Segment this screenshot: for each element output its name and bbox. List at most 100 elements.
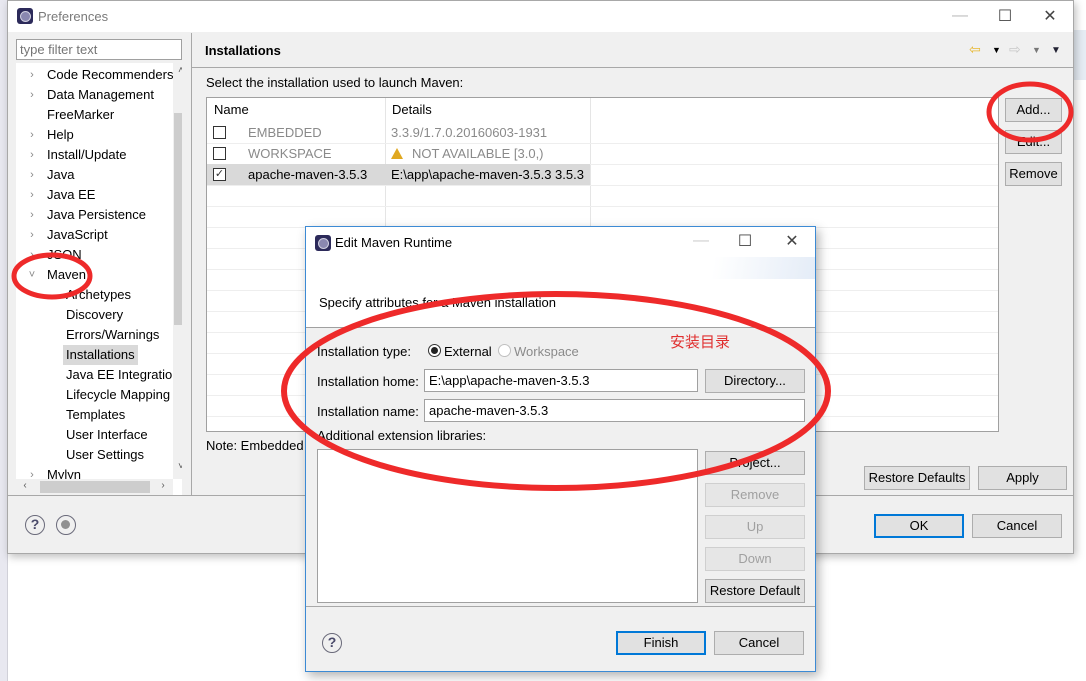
extension-libraries-list[interactable] — [317, 449, 698, 603]
record-macro-icon[interactable] — [56, 515, 76, 535]
tree-item[interactable]: Templates — [16, 405, 173, 425]
row-checkbox[interactable] — [213, 147, 226, 160]
close-button[interactable]: ✕ — [780, 230, 804, 252]
tree-item-label: Help — [47, 127, 74, 142]
tree-item[interactable]: › Java Persistence — [16, 205, 173, 225]
ok-button[interactable]: OK — [874, 514, 964, 538]
minimize-button[interactable]: — — [948, 5, 972, 27]
back-arrow-icon[interactable]: ⇦ — [969, 41, 981, 58]
tree-item-label: Install/Update — [47, 147, 127, 162]
tree-item[interactable]: › JavaScript — [16, 225, 173, 245]
tree-vertical-scrollbar[interactable]: ˄ ˅ — [173, 63, 182, 479]
apply-button[interactable]: Apply — [978, 466, 1067, 490]
tree-item-label: Java EE — [47, 187, 96, 202]
footer-separator — [306, 606, 815, 607]
help-icon[interactable]: ? — [25, 515, 45, 535]
tree-item-label: Java EE Integration — [66, 367, 180, 382]
maximize-button[interactable]: ☐ — [733, 230, 757, 252]
tree-item[interactable]: User Settings — [16, 445, 173, 465]
help-icon[interactable]: ? — [322, 633, 342, 653]
scrollbar-thumb[interactable] — [40, 481, 150, 493]
dialog-description: Specify attributes for a Maven installat… — [319, 295, 557, 310]
add-button[interactable]: Add... — [1005, 98, 1062, 122]
tree-horizontal-scrollbar[interactable]: ‹ › — [16, 479, 173, 495]
annotation-text: 安装目录 — [670, 334, 731, 351]
scroll-up-arrow[interactable]: ˄ — [174, 65, 182, 76]
remove-button[interactable]: Remove — [1005, 162, 1062, 186]
tree-item[interactable]: Installations — [16, 345, 173, 365]
forward-arrow-icon[interactable]: ⇨ — [1009, 41, 1021, 58]
restore-default-button[interactable]: Restore Default — [705, 579, 805, 603]
chevron-right-icon[interactable]: › — [26, 225, 38, 245]
tree-item[interactable]: › Java EE — [16, 185, 173, 205]
chevron-right-icon[interactable]: › — [26, 125, 38, 145]
scroll-down-arrow[interactable]: ˅ — [174, 461, 182, 472]
details-text: 3.3.9/1.7.0.20160603-1931 — [391, 125, 548, 140]
tree-item[interactable]: FreeMarker — [16, 105, 173, 125]
table-row[interactable]: WORKSPACE NOT AVAILABLE [3.0,) — [207, 143, 590, 164]
tree-item-label: Lifecycle Mapping — [66, 387, 171, 402]
remove-library-button[interactable]: Remove — [705, 483, 805, 507]
chevron-right-icon[interactable]: › — [26, 205, 38, 225]
up-button[interactable]: Up — [705, 515, 805, 539]
tree-item[interactable]: Discovery — [16, 305, 173, 325]
workspace-radio[interactable] — [498, 344, 511, 357]
tree-item[interactable]: Java EE Integration — [16, 365, 179, 385]
view-menu-icon[interactable]: ▼ — [1051, 45, 1061, 56]
cancel-button[interactable]: Cancel — [972, 514, 1062, 538]
tree-item[interactable]: Errors/Warnings — [16, 325, 173, 345]
finish-button[interactable]: Finish — [616, 631, 706, 655]
chevron-down-icon[interactable]: ˅ — [26, 265, 38, 285]
chevron-right-icon[interactable]: › — [26, 165, 38, 185]
tree-item[interactable]: ˅ Maven — [16, 265, 173, 285]
tree-item[interactable]: › Help — [16, 125, 173, 145]
chevron-right-icon[interactable]: › — [26, 65, 38, 85]
tree-item[interactable]: › Install/Update — [16, 145, 173, 165]
external-radio[interactable] — [428, 344, 441, 357]
row-checkbox[interactable]: ✓ — [213, 168, 226, 181]
installation-home-input[interactable] — [424, 369, 698, 392]
tree-item[interactable]: User Interface — [16, 425, 173, 445]
row-checkbox[interactable] — [213, 126, 226, 139]
back-menu-dropdown-icon[interactable]: ▼ — [992, 45, 1001, 55]
column-header-name[interactable]: Name — [207, 98, 249, 122]
dialog-cancel-button[interactable]: Cancel — [714, 631, 804, 655]
installation-name-cell: EMBEDDED — [248, 125, 322, 140]
tree-item[interactable]: › JSON — [16, 245, 173, 265]
restore-defaults-button[interactable]: Restore Defaults — [864, 466, 970, 490]
chevron-right-icon[interactable]: › — [26, 185, 38, 205]
tree-item[interactable]: › Code Recommenders — [16, 65, 173, 85]
project-button[interactable]: Project... — [705, 451, 805, 475]
chevron-right-icon[interactable]: › — [26, 245, 38, 265]
edit-button[interactable]: Edit... — [1005, 130, 1062, 154]
scrollbar-thumb[interactable] — [174, 113, 182, 325]
tree-item[interactable]: › Data Management — [16, 85, 173, 105]
directory-button[interactable]: Directory... — [705, 369, 805, 393]
table-row[interactable]: EMBEDDED 3.3.9/1.7.0.20160603-1931 — [207, 122, 590, 143]
maximize-button[interactable]: ☐ — [993, 5, 1017, 27]
forward-menu-dropdown-icon[interactable]: ▼ — [1032, 45, 1041, 55]
tree-item[interactable]: Archetypes — [16, 285, 173, 305]
installation-name-input[interactable] — [424, 399, 805, 422]
tree-item[interactable]: › Java — [16, 165, 173, 185]
chevron-right-icon[interactable]: › — [26, 145, 38, 165]
minimize-button[interactable]: — — [689, 230, 713, 252]
tree-item-label: Archetypes — [66, 287, 132, 302]
scroll-left-arrow[interactable]: ‹ — [18, 480, 32, 491]
external-radio-label[interactable]: External — [444, 344, 492, 359]
tree-item-label: Templates — [66, 407, 126, 422]
tree-item-label: Java Persistence — [47, 207, 146, 222]
tree-item[interactable]: Lifecycle Mapping — [16, 385, 173, 405]
down-button[interactable]: Down — [705, 547, 805, 571]
table-row[interactable]: ✓ apache-maven-3.5.3 E:\app\apache-maven-3… — [207, 164, 590, 185]
window-title: Preferences — [38, 9, 109, 24]
chevron-right-icon[interactable]: › — [26, 85, 38, 105]
tree-item-label: Maven — [47, 267, 87, 282]
grid-line — [207, 185, 998, 186]
workspace-radio-label[interactable]: Workspace — [514, 344, 579, 359]
scroll-right-arrow[interactable]: › — [156, 480, 170, 491]
filter-input[interactable] — [16, 39, 182, 60]
column-header-details[interactable]: Details — [385, 98, 432, 122]
pane-divider[interactable] — [191, 33, 192, 495]
close-button[interactable]: ✕ — [1038, 5, 1062, 27]
